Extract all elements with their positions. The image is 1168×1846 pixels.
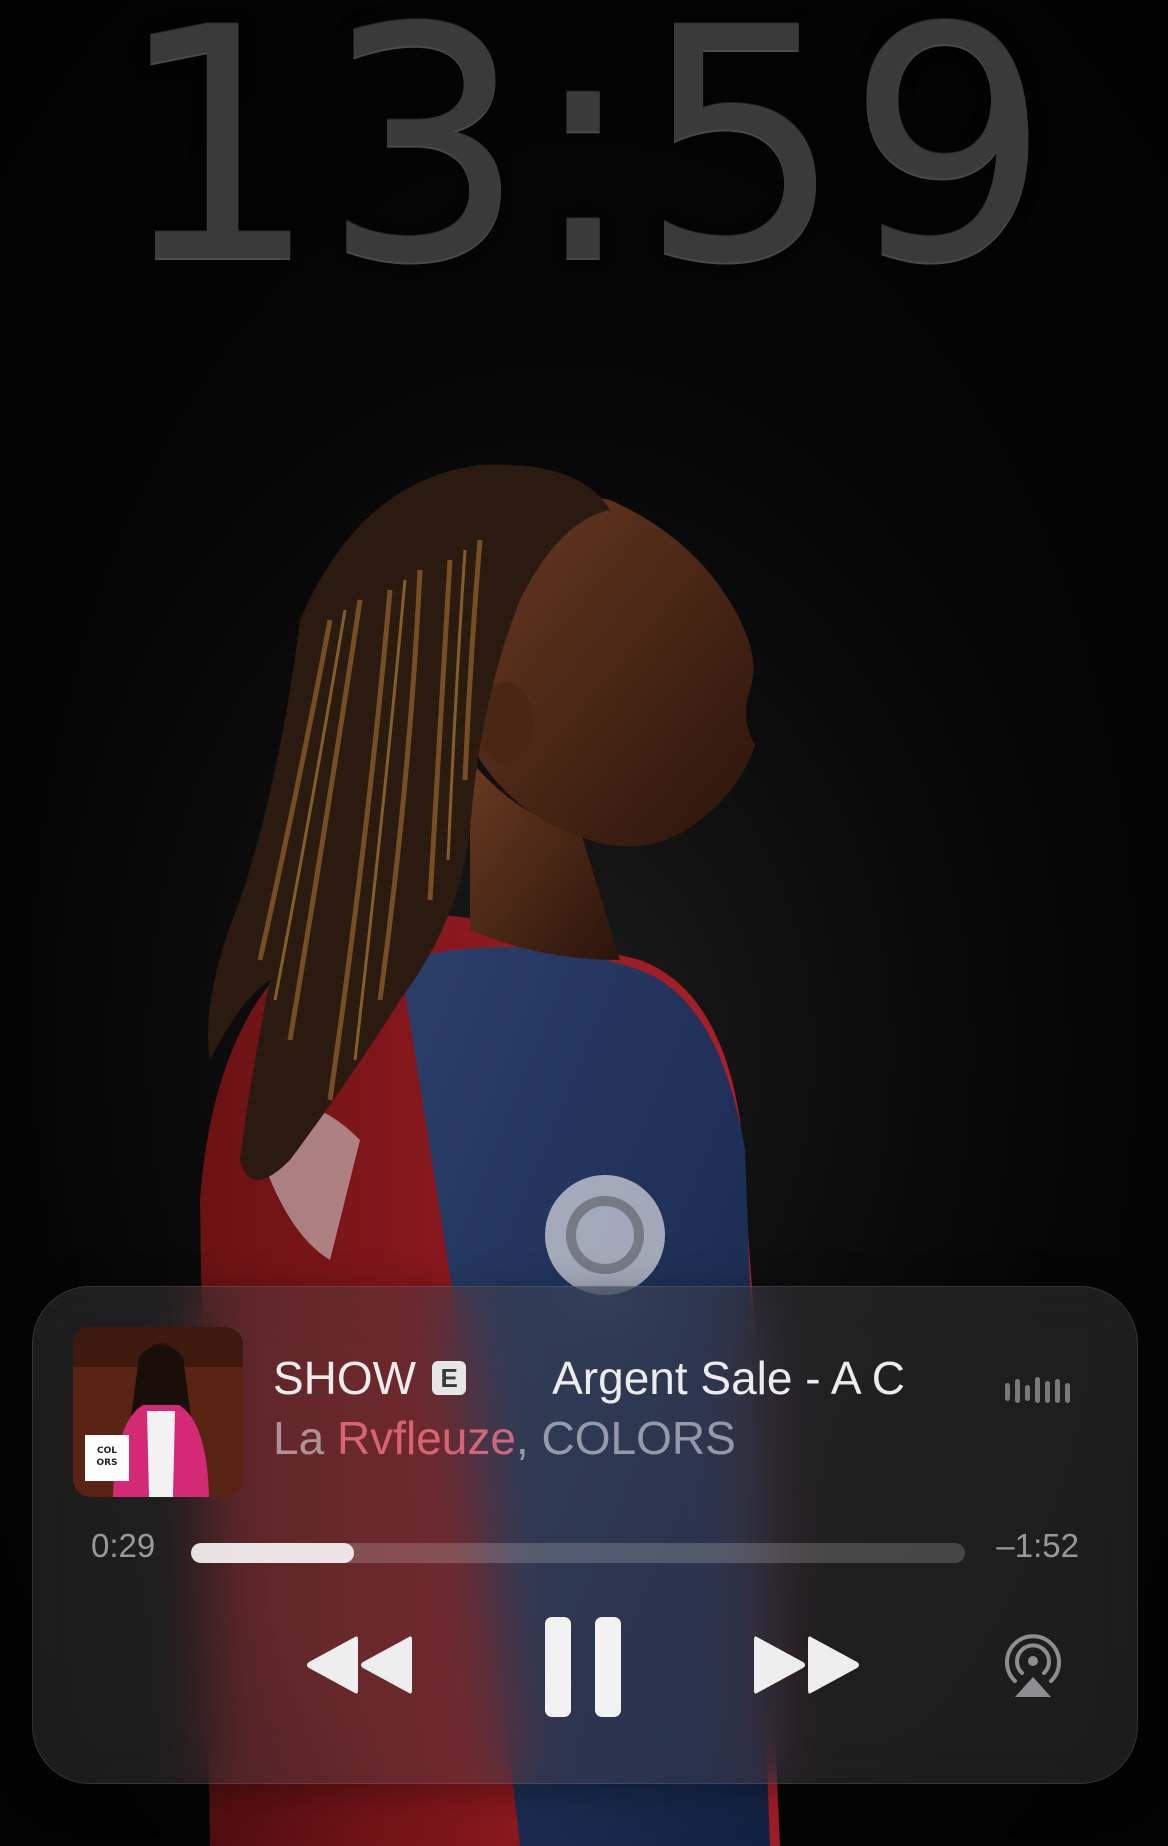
now-playing-widget[interactable]: COL ORS SHOW E Argent Sale - A C La Rvfleu…	[32, 1286, 1138, 1784]
waveform-icon	[1005, 1377, 1070, 1403]
explicit-badge: E	[432, 1361, 467, 1395]
artist-prefix: La	[273, 1412, 337, 1464]
pause-icon	[545, 1617, 621, 1717]
song-title-row[interactable]: SHOW E Argent Sale - A C	[273, 1351, 1033, 1405]
song-title: SHOW	[273, 1352, 417, 1404]
remaining-time: –1:52	[996, 1527, 1079, 1564]
song-title-marquee: Argent Sale - A C	[552, 1352, 905, 1404]
lock-screen-clock: 13:59	[115, 0, 1053, 334]
lock-screen: 13:59 COL ORS SHOW E Argent Sale - A C L…	[0, 0, 1168, 1846]
rewind-button[interactable]	[303, 1633, 413, 1697]
artist-highlight: Rvfleuze	[336, 1412, 516, 1464]
album-artwork[interactable]: COL ORS	[73, 1327, 243, 1497]
forward-button[interactable]	[753, 1633, 863, 1697]
artwork-label-line1: COL	[97, 1446, 117, 1456]
artist-names[interactable]: La Rvfleuze, COLORS	[273, 1411, 1033, 1465]
scrubber-progress	[191, 1543, 354, 1563]
forward-icon	[754, 1636, 859, 1694]
airplay-button[interactable]	[999, 1631, 1067, 1699]
artwork-label-line2: ORS	[96, 1458, 117, 1468]
playback-scrubber[interactable]	[191, 1543, 965, 1563]
backward-icon	[307, 1636, 412, 1694]
artist-suffix: , COLORS	[515, 1412, 736, 1464]
airplay-icon	[1005, 1634, 1061, 1683]
elapsed-time: 0:29	[91, 1527, 156, 1564]
pause-button[interactable]	[545, 1617, 621, 1717]
